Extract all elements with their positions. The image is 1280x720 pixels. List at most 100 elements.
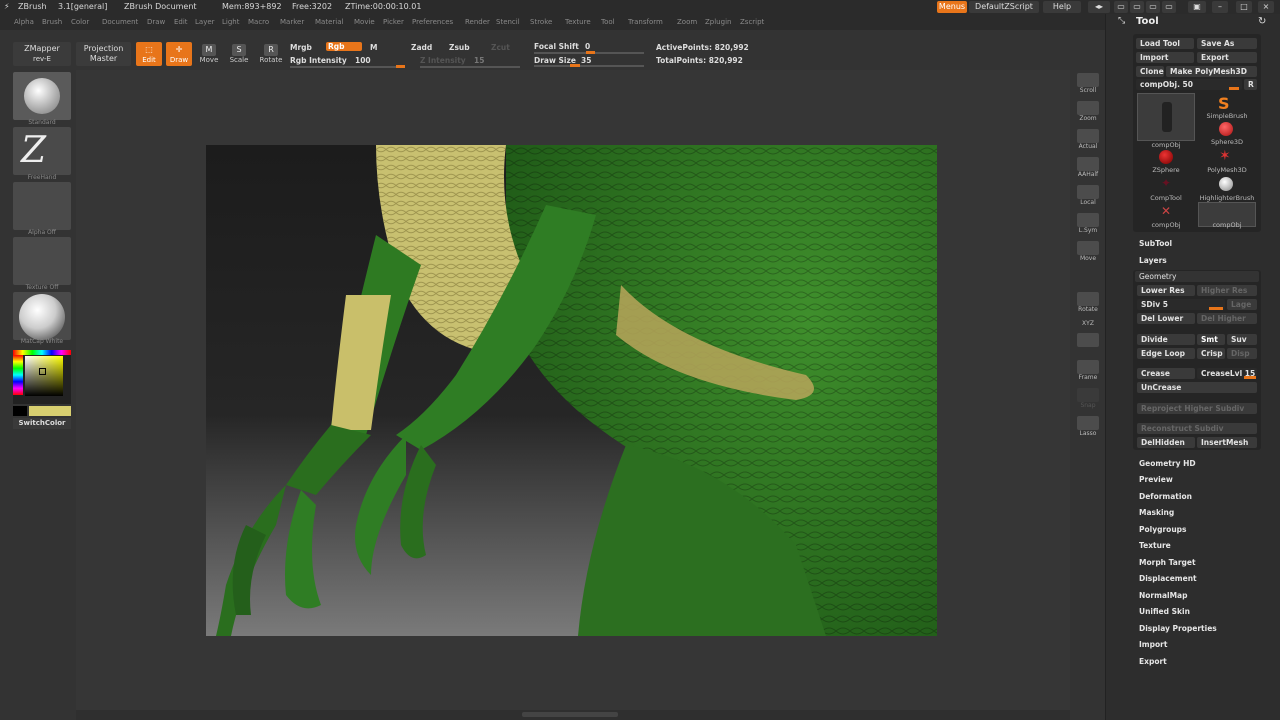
zmapper-button[interactable]: ZMapper rev-E — [13, 42, 71, 66]
rgb-intensity-slider[interactable] — [290, 66, 405, 68]
draw-button[interactable]: ✛ Draw — [166, 42, 192, 66]
import-button[interactable]: Import — [1136, 52, 1194, 63]
deformation-section[interactable]: Deformation — [1139, 492, 1192, 501]
mrgb-button[interactable]: Mrgb — [290, 43, 312, 52]
frame-button[interactable]: Frame — [1074, 360, 1102, 381]
texture-section[interactable]: Texture — [1139, 541, 1171, 550]
insertmesh-button[interactable]: InsertMesh — [1197, 437, 1257, 448]
material-selector[interactable] — [13, 292, 71, 340]
lasso-button[interactable]: Lasso — [1074, 416, 1102, 437]
zcut-button[interactable]: Zcut — [491, 43, 510, 52]
export-button[interactable]: Export — [1197, 52, 1257, 63]
lower-res-button[interactable]: Lower Res — [1137, 285, 1195, 296]
compobj-slider[interactable]: compObj. 50 — [1136, 79, 1242, 90]
compobj-star-icon[interactable]: ✕ — [1161, 204, 1171, 218]
layout-2-icon[interactable]: ▭ — [1130, 1, 1144, 13]
canvas-bottom-handle[interactable] — [522, 712, 618, 717]
zoom-button[interactable]: Zoom — [1074, 101, 1102, 122]
menu-brush[interactable]: Brush — [42, 18, 62, 26]
simplebrush-icon[interactable]: S — [1218, 94, 1230, 113]
stroke-selector[interactable]: Z — [13, 127, 71, 175]
lage-button[interactable]: Lage — [1227, 299, 1257, 310]
refresh-icon[interactable]: ↻ — [1258, 16, 1266, 27]
menu-macro[interactable]: Macro — [248, 18, 269, 26]
compobj-slider-handle[interactable] — [1229, 87, 1239, 90]
import-section[interactable]: Import — [1139, 640, 1167, 649]
actual-button[interactable]: Actual — [1074, 129, 1102, 150]
delhidden-button[interactable]: DelHidden — [1137, 437, 1195, 448]
displacement-section[interactable]: Displacement — [1139, 574, 1197, 583]
menu-layer[interactable]: Layer — [195, 18, 215, 26]
display-properties-section[interactable]: Display Properties — [1139, 624, 1217, 633]
menu-draw[interactable]: Draw — [147, 18, 165, 26]
rotate-view-button[interactable]: Rotate — [1074, 292, 1102, 313]
comptool-icon[interactable]: ✦ — [1161, 176, 1171, 190]
layers-section[interactable]: Layers — [1139, 256, 1167, 265]
zadd-button[interactable]: Zadd — [411, 43, 432, 52]
menu-document[interactable]: Document — [102, 18, 138, 26]
layout-arrows-icon[interactable]: ◂▸ — [1088, 1, 1110, 13]
current-tool-thumb[interactable] — [1137, 93, 1195, 141]
load-tool-button[interactable]: Load Tool — [1136, 38, 1194, 49]
edge-loop-button[interactable]: Edge Loop — [1137, 348, 1195, 359]
disp-slider[interactable]: Disp — [1227, 348, 1257, 359]
normalmap-section[interactable]: NormalMap — [1139, 591, 1187, 600]
color-picker[interactable] — [13, 350, 71, 404]
crease-button[interactable]: Crease — [1137, 368, 1195, 379]
menu-material[interactable]: Material — [315, 18, 343, 26]
draw-size-handle[interactable] — [570, 64, 580, 67]
crisp-toggle[interactable]: Crisp — [1197, 348, 1225, 359]
reconstruct-subdiv-button[interactable]: Reconstruct Subdiv — [1137, 423, 1257, 434]
alpha-selector[interactable] — [13, 182, 71, 230]
minimize-icon[interactable]: – — [1212, 1, 1228, 13]
menu-edit[interactable]: Edit — [174, 18, 188, 26]
menu-movie[interactable]: Movie — [354, 18, 375, 26]
morph-target-section[interactable]: Morph Target — [1139, 558, 1196, 567]
menus-button[interactable]: Menus — [937, 1, 967, 13]
zsub-button[interactable]: Zsub — [449, 43, 470, 52]
del-lower-button[interactable]: Del Lower — [1137, 313, 1195, 324]
layout-4-icon[interactable]: ▭ — [1162, 1, 1176, 13]
focal-shift-handle[interactable] — [586, 51, 595, 54]
document-viewport[interactable] — [206, 145, 937, 636]
layout-1-icon[interactable]: ▭ — [1114, 1, 1128, 13]
m-button[interactable]: M — [370, 43, 377, 52]
subtool-section[interactable]: SubTool — [1139, 239, 1172, 248]
zscript-button[interactable]: DefaultZScript — [969, 1, 1039, 13]
menu-zplugin[interactable]: Zplugin — [705, 18, 731, 26]
menu-stroke[interactable]: Stroke — [530, 18, 552, 26]
aahalf-button[interactable]: AAHalf — [1074, 157, 1102, 178]
edit-button[interactable]: ⬚ Edit — [136, 42, 162, 66]
texture-selector[interactable] — [13, 237, 71, 285]
rotation-axis-button[interactable] — [1074, 333, 1102, 347]
crease-lvl-handle[interactable] — [1244, 376, 1256, 379]
rgb-button[interactable]: Rgb — [326, 42, 362, 51]
unified-skin-section[interactable]: Unified Skin — [1139, 607, 1190, 616]
sphere3d-icon[interactable] — [1219, 122, 1233, 136]
sdiv-slider-handle[interactable] — [1209, 307, 1223, 310]
close-icon[interactable]: × — [1258, 1, 1274, 13]
polymesh3d-icon[interactable]: ✶ — [1219, 148, 1231, 164]
higher-res-button[interactable]: Higher Res — [1197, 285, 1257, 296]
menu-stencil[interactable]: Stencil — [496, 18, 520, 26]
menu-preferences[interactable]: Preferences — [412, 18, 453, 26]
maximize-icon[interactable]: □ — [1236, 1, 1252, 13]
scroll-button[interactable]: Scroll — [1074, 73, 1102, 94]
uncrease-button[interactable]: UnCrease — [1137, 382, 1257, 393]
smt-toggle[interactable]: Smt — [1197, 334, 1225, 345]
primary-color-swatch[interactable] — [29, 406, 71, 416]
menu-alpha[interactable]: Alpha — [14, 18, 34, 26]
secondary-color-swatch[interactable] — [13, 406, 27, 416]
menu-texture[interactable]: Texture — [565, 18, 591, 26]
menu-zoom[interactable]: Zoom — [677, 18, 697, 26]
geometry-section[interactable]: Geometry — [1135, 271, 1259, 282]
menu-color[interactable]: Color — [71, 18, 89, 26]
zsphere-icon[interactable] — [1159, 150, 1173, 164]
menu-zscript[interactable]: Zscript — [740, 18, 764, 26]
menu-picker[interactable]: Picker — [383, 18, 404, 26]
menu-transform[interactable]: Transform — [628, 18, 663, 26]
hue-strip[interactable] — [13, 355, 23, 395]
clone-button[interactable]: Clone — [1136, 66, 1164, 77]
draw-size-slider[interactable] — [534, 65, 644, 67]
lsym-button[interactable]: L.Sym — [1074, 213, 1102, 234]
